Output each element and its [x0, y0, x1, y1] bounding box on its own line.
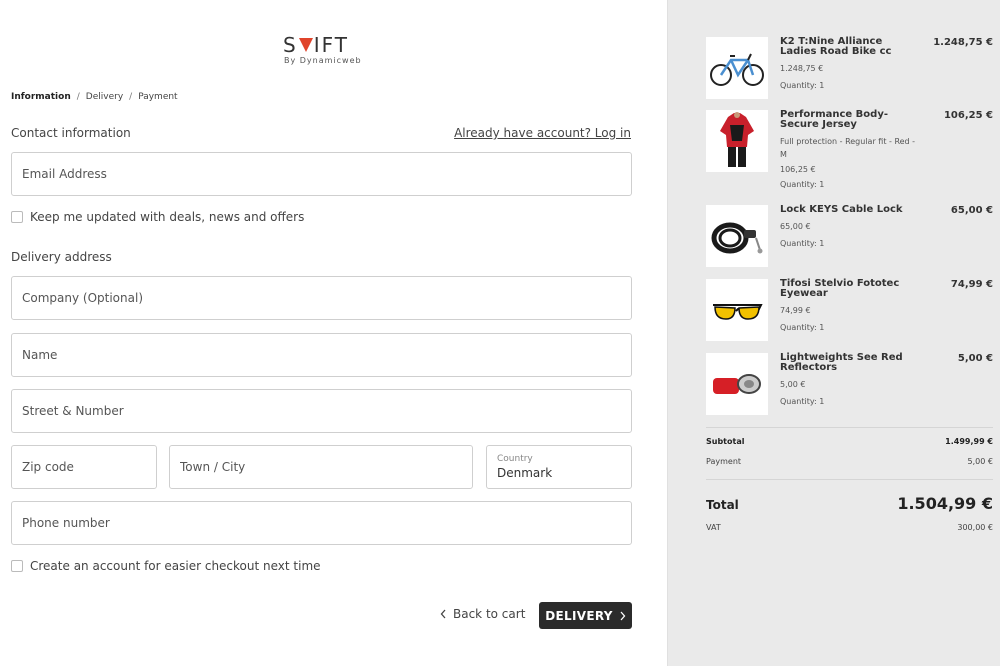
payment-label: Payment [706, 457, 742, 466]
breadcrumb-separator: / [76, 92, 80, 102]
eyewear-icon [713, 304, 763, 320]
zip-input[interactable] [22, 460, 156, 474]
cart-item-quantity: Quantity: 1 [780, 180, 825, 189]
cart-item-price: 1.248,75 € [933, 37, 993, 48]
city-input[interactable] [180, 460, 472, 474]
summary-divider [706, 479, 993, 480]
cart-item: Tifosi Stelvio Fototec Eyewear 74,99 € Q… [706, 279, 993, 341]
cart-item-price: 65,00 € [950, 205, 993, 216]
product-thumbnail[interactable] [706, 279, 768, 341]
cart-item-unit-price: 5,00 € [780, 380, 806, 389]
street-input[interactable] [22, 404, 631, 418]
breadcrumb: Information / Delivery / Payment [11, 92, 178, 102]
email-input[interactable] [22, 167, 631, 181]
cart-item-price: 5,00 € [957, 353, 993, 364]
breadcrumb-separator: / [129, 92, 133, 102]
cart-item-unit-price: 106,25 € [780, 165, 816, 174]
phone-field[interactable] [11, 501, 632, 545]
subtotal-value: 1.499,99 € [945, 437, 993, 446]
cart-item-name[interactable]: Lock KEYS Cable Lock [780, 205, 920, 215]
contact-information-heading: Contact information [11, 126, 131, 140]
product-thumbnail[interactable] [706, 353, 768, 415]
login-link[interactable]: Already have account? Log in [454, 126, 631, 140]
payment-row: Payment 5,00 € [706, 457, 993, 466]
street-field[interactable] [11, 389, 632, 433]
cart-item-unit-price: 1.248,75 € [780, 64, 824, 73]
name-field[interactable] [11, 333, 632, 377]
company-input[interactable] [22, 291, 631, 305]
cart-item-name[interactable]: Tifosi Stelvio Fototec Eyewear [780, 279, 920, 299]
bike-icon [710, 53, 764, 86]
total-label: Total [706, 498, 739, 512]
cart-item-name[interactable]: Lightweights See Red Reflectors [780, 353, 920, 373]
total-value: 1.504,99 € [897, 494, 993, 513]
chevron-left-icon [440, 609, 446, 619]
cart-item-variant: Full protection - Regular fit - Red - M [780, 137, 916, 159]
cart-item: Performance Body-Secure Jersey Full prot… [706, 110, 993, 190]
cart-item: Lightweights See Red Reflectors 5,00 € Q… [706, 353, 993, 415]
cart-item-quantity: Quantity: 1 [780, 81, 825, 90]
country-label: Country [497, 453, 533, 464]
delivery-button-label: DELIVERY [545, 608, 613, 623]
jersey-icon [720, 112, 754, 167]
cart-item-quantity: Quantity: 1 [780, 397, 825, 406]
vat-value: 300,00 € [957, 523, 993, 532]
cart-item-name[interactable]: K2 T:Nine Alliance Ladies Road Bike cc [780, 37, 920, 57]
country-value: Denmark [497, 465, 553, 480]
chevron-right-icon [620, 611, 626, 620]
swift-logo[interactable]: S IFT By Dynamicweb [283, 34, 363, 65]
cart-item-unit-price: 74,99 € [780, 306, 811, 315]
back-to-cart-label: Back to cart [453, 607, 526, 621]
vat-label: VAT [706, 523, 721, 532]
cart-item-quantity: Quantity: 1 [780, 323, 825, 332]
cart-item-name[interactable]: Performance Body-Secure Jersey [780, 110, 920, 130]
create-account-option[interactable]: Create an account for easier checkout ne… [11, 559, 321, 573]
newsletter-label: Keep me updated with deals, news and off… [30, 210, 305, 224]
subtotal-row: Subtotal 1.499,99 € [706, 437, 993, 446]
cart-item: K2 T:Nine Alliance Ladies Road Bike cc 1… [706, 37, 993, 99]
product-thumbnail[interactable] [706, 37, 768, 99]
delivery-button[interactable]: DELIVERY [539, 602, 632, 629]
cart-item-price: 106,25 € [943, 110, 993, 121]
reflector-icon [713, 374, 761, 394]
subtotal-label: Subtotal [706, 437, 745, 446]
summary-divider [706, 427, 993, 428]
total-row: Total 1.504,99 € [706, 494, 993, 513]
delivery-address-heading: Delivery address [11, 250, 112, 264]
country-select[interactable]: Country Denmark [486, 445, 632, 489]
checkout-form-panel: S IFT By Dynamicweb Information / Delive… [0, 0, 667, 666]
zip-field[interactable] [11, 445, 157, 489]
email-field[interactable] [11, 152, 632, 196]
create-account-checkbox[interactable] [11, 560, 23, 572]
company-field[interactable] [11, 276, 632, 320]
create-account-label: Create an account for easier checkout ne… [30, 559, 321, 573]
phone-input[interactable] [22, 516, 631, 530]
name-input[interactable] [22, 348, 631, 362]
product-thumbnail[interactable] [706, 110, 768, 172]
product-thumbnail[interactable] [706, 205, 768, 267]
order-summary-panel: K2 T:Nine Alliance Ladies Road Bike cc 1… [667, 0, 1000, 666]
breadcrumb-payment[interactable]: Payment [138, 92, 177, 102]
logo-triangle-icon [298, 38, 313, 52]
breadcrumb-delivery[interactable]: Delivery [86, 92, 123, 102]
cart-item: Lock KEYS Cable Lock 65,00 € Quantity: 1… [706, 205, 993, 267]
logo-tagline: By Dynamicweb [284, 56, 362, 65]
cart-item-price: 74,99 € [950, 279, 993, 290]
cart-item-quantity: Quantity: 1 [780, 239, 825, 248]
logo-text-right: IFT [313, 33, 349, 57]
vat-row: VAT 300,00 € [706, 523, 993, 532]
logo-text-left: S [283, 33, 298, 57]
cart-item-unit-price: 65,00 € [780, 222, 811, 231]
breadcrumb-information[interactable]: Information [11, 92, 71, 102]
payment-value: 5,00 € [967, 457, 993, 466]
newsletter-option[interactable]: Keep me updated with deals, news and off… [11, 210, 304, 224]
back-to-cart-link[interactable]: Back to cart [440, 607, 525, 621]
city-field[interactable] [169, 445, 473, 489]
lock-icon [711, 222, 763, 254]
newsletter-checkbox[interactable] [11, 211, 23, 223]
